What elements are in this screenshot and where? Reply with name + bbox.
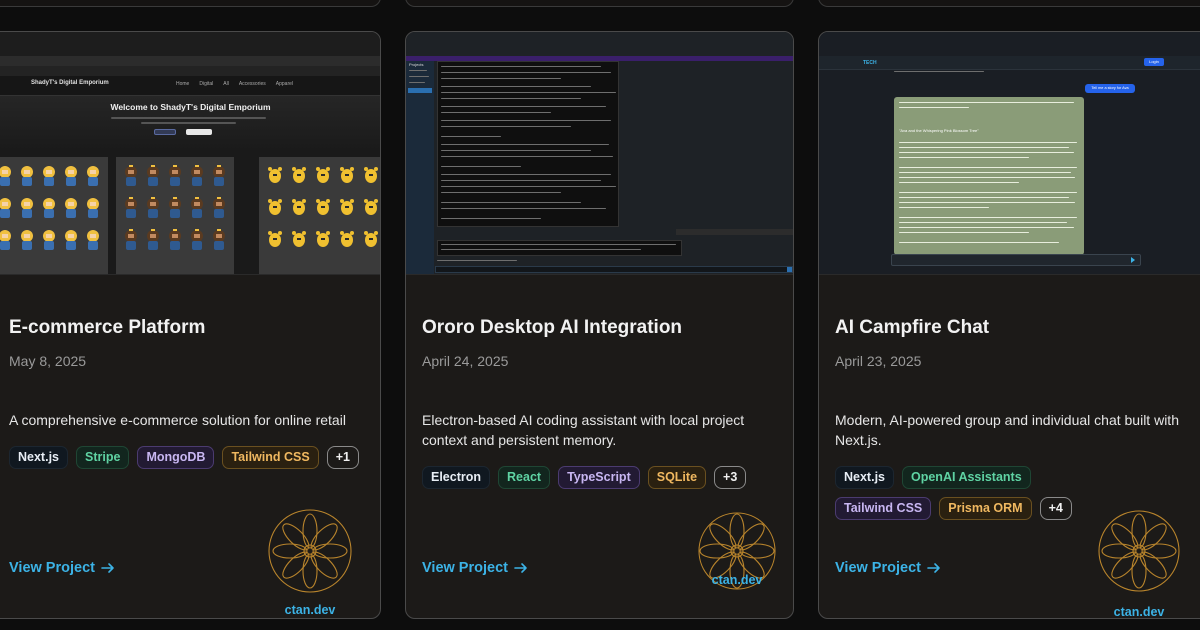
tag-tailwind: Tailwind CSS [222, 446, 319, 469]
project-card-campfire[interactable]: TECH Login Tell me a story for Ava "Ava … [818, 31, 1200, 619]
tag-typescript: TypeScript [558, 466, 640, 489]
view-project-label: View Project [835, 560, 921, 576]
tag-mongodb: MongoDB [137, 446, 215, 469]
tag-electron: Electron [422, 466, 491, 489]
tag-react: React [498, 466, 551, 489]
tag-nextjs: Next.js [835, 466, 894, 489]
project-title: E-commerce Platform [9, 317, 206, 338]
project-card-ecommerce[interactable]: ShadyT's Digital Emporium Home Digital A… [0, 31, 381, 619]
project-date: May 8, 2025 [9, 353, 87, 369]
project-screenshot: Projects [406, 32, 793, 275]
ctan-logo: ctan.dev [693, 507, 781, 617]
story-title: "Ava and the Whispering Pink Blossom Tre… [899, 128, 979, 133]
view-project-link[interactable]: View Project [835, 560, 941, 576]
project-description: Electron-based AI coding assistant with … [422, 412, 745, 448]
tag-prisma: Prisma ORM [939, 497, 1032, 520]
view-project-label: View Project [422, 560, 508, 576]
card-above-2 [405, 0, 794, 7]
tag-openai-assistants: OpenAI Assistants [902, 466, 1031, 489]
mandala-icon [268, 509, 352, 593]
more-tags-badge[interactable]: +3 [714, 466, 747, 489]
ororo-sidebar-title: Projects [409, 62, 424, 67]
login-button[interactable]: Login [1144, 58, 1164, 66]
tag-tailwind: Tailwind CSS [835, 497, 932, 520]
arrow-right-icon [101, 563, 114, 573]
project-title: Ororo Desktop AI Integration [422, 317, 683, 338]
tag-list: Next.js Stripe MongoDB Tailwind CSS +1 [9, 446, 370, 469]
project-screenshot: TECH Login Tell me a story for Ava "Ava … [819, 32, 1200, 275]
more-tags-badge[interactable]: +4 [1039, 497, 1072, 520]
store-nav: Home Digital All Accessories Apparel [176, 81, 293, 87]
logo-text: ctan.dev [284, 603, 336, 617]
project-description: A comprehensive e-commerce solution for … [9, 412, 346, 428]
project-title: AI Campfire Chat [835, 317, 990, 338]
tag-nextjs: Next.js [9, 446, 68, 469]
arrow-right-icon [514, 563, 527, 573]
view-project-label: View Project [9, 560, 95, 576]
card-above-1 [0, 0, 381, 7]
ctan-logo: ctan.dev [266, 507, 354, 617]
tag-list: Electron React TypeScript SQLite +3 [422, 466, 783, 489]
card-above-3 [818, 0, 1200, 7]
logo-text: ctan.dev [1113, 605, 1165, 619]
project-date: April 23, 2025 [835, 353, 922, 369]
mandala-icon [1098, 510, 1180, 592]
ctan-logo: ctan.dev [1095, 507, 1183, 619]
project-screenshot: ShadyT's Digital Emporium Home Digital A… [0, 32, 380, 275]
view-project-link[interactable]: View Project [9, 560, 115, 576]
product-grid [0, 157, 380, 274]
chat-prompt-bubble: Tell me a story for Ava [1085, 84, 1135, 93]
project-date: April 24, 2025 [422, 353, 509, 369]
logo-text: ctan.dev [711, 573, 763, 587]
arrow-right-icon [927, 563, 940, 573]
tag-stripe: Stripe [76, 446, 130, 469]
project-card-ororo[interactable]: Projects Ororo Desktop AI Integration Ap… [405, 31, 794, 619]
tag-list: Next.js OpenAI Assistants Tailwind CSS P… [835, 466, 1117, 520]
campfire-brand: TECH [863, 60, 877, 66]
store-brand: ShadyT's Digital Emporium [31, 80, 109, 86]
view-project-link[interactable]: View Project [422, 560, 528, 576]
more-tags-badge[interactable]: +1 [326, 446, 359, 469]
tag-sqlite: SQLite [647, 466, 707, 489]
store-heading: Welcome to ShadyT's Digital Emporium [110, 102, 271, 112]
project-description: Modern, AI-powered group and individual … [835, 412, 1179, 448]
